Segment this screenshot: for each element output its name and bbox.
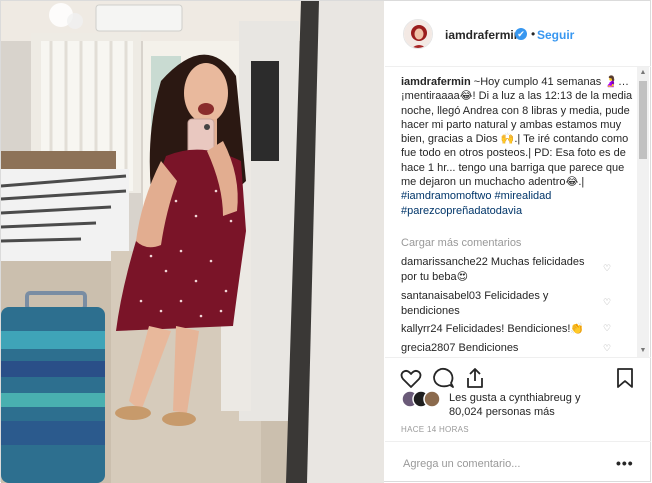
comment-item: santanaisabel03 Felicidades y bendicione… [401,289,601,318]
profile-picture [404,20,432,48]
caption-text: ~Hoy cumplo 41 semanas 🤰… ¡mentiraaaa😂! … [401,76,633,189]
avatar[interactable] [403,19,433,49]
small-heart-icon[interactable]: ♡ [603,263,611,274]
share-arrow-icon[interactable] [463,366,487,390]
scrollbar-thumb[interactable] [639,81,647,159]
comment-item: damarissanche22 Muchas felicidades por t… [401,255,601,284]
comments-scrollbar[interactable]: ▲ ▼ [637,67,649,357]
add-comment-bar: ••• [385,441,651,483]
post-timestamp[interactable]: HACE 14 HORAS [401,425,469,434]
post-header: iamdrafermin ✔ • Seguir [385,1,651,67]
comment-username[interactable]: damarissanche22 [401,256,488,268]
liker-avatar-stack [401,390,441,408]
hashtag-link[interactable]: #parezcopreñadatodavia [401,205,522,217]
follow-button[interactable]: Seguir [537,28,574,42]
heart-outline-icon[interactable] [399,366,423,390]
caption-username[interactable]: iamdrafermin [401,76,471,88]
post-side-panel: iamdrafermin ✔ • Seguir iamdrafermin ~Ho… [385,1,651,483]
scroll-down-arrow-icon[interactable]: ▼ [637,345,649,357]
small-heart-icon[interactable]: ♡ [603,343,611,354]
likes-summary[interactable]: Les gusta a cynthiabreug y 80,024 person… [449,391,580,419]
comment-username[interactable]: kallyrr24 [401,323,443,335]
small-heart-icon[interactable]: ♡ [603,297,611,308]
mirror-selfie-image [1,1,384,483]
small-heart-icon[interactable]: ♡ [603,323,611,334]
post-caption: iamdrafermin ~Hoy cumplo 41 semanas 🤰… ¡… [401,75,637,218]
instagram-post: iamdrafermin ✔ • Seguir iamdrafermin ~Ho… [0,0,651,483]
load-more-comments-button[interactable]: Cargar más comentarios [401,237,521,249]
post-username[interactable]: iamdrafermin [445,28,521,42]
action-bar [385,357,651,388]
verified-badge-icon: ✔ [515,28,527,40]
comment-username[interactable]: santanaisabel03 [401,290,481,302]
header-separator: • [531,27,536,41]
post-photo[interactable] [1,1,384,483]
more-options-icon[interactable]: ••• [616,455,634,471]
hashtag-link[interactable]: #mirealidad [495,190,552,202]
comment-bubble-icon[interactable] [431,366,455,390]
comments-list[interactable]: iamdrafermin ~Hoy cumplo 41 semanas 🤰… ¡… [385,67,651,357]
likers-avatars[interactable] [401,390,441,408]
scroll-up-arrow-icon[interactable]: ▲ [637,67,649,79]
comment-input[interactable] [401,454,605,474]
comment-username[interactable]: grecia2807 [401,342,455,354]
likes-line-1: Les gusta a cynthiabreug y [449,392,581,404]
comment-item: kallyrr24 Felicidades! Bendiciones!👏 [401,322,601,337]
bookmark-icon[interactable] [613,366,637,390]
likes-line-2: 80,024 personas más [449,406,555,418]
hashtag-link[interactable]: #iamdramomoftwo [401,190,491,202]
comment-text: Felicidades! Bendiciones!👏 [445,323,585,335]
comment-item: grecia2807 Bendiciones [401,341,601,356]
comment-text: Bendiciones [458,342,519,354]
